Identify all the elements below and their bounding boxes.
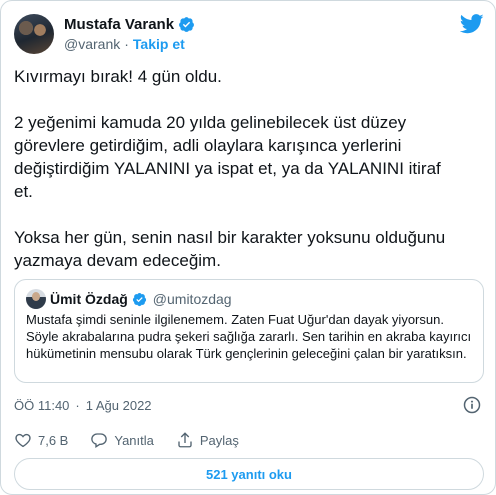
timestamp-separator: ·	[75, 398, 80, 413]
quoted-tweet-text: Mustafa şimdi seninle ilgilenemem. Zaten…	[26, 312, 472, 361]
author-name[interactable]: Mustafa Varank	[64, 16, 174, 33]
info-icon[interactable]	[462, 395, 482, 415]
follow-button[interactable]: Takip et	[133, 36, 185, 52]
read-replies-button[interactable]: 521 yanıtı oku	[14, 458, 484, 490]
twitter-logo-icon[interactable]	[460, 14, 484, 34]
reply-label: Yanıtla	[114, 432, 154, 448]
quoted-author-avatar	[26, 289, 46, 309]
quoted-author-handle: @umitozdag	[152, 291, 232, 307]
heart-icon	[15, 433, 31, 448]
quoted-author-name: Ümit Özdağ	[50, 291, 128, 307]
handle-separator: ·	[124, 36, 129, 52]
share-label: Paylaş	[199, 432, 239, 448]
tweet-text: Kıvırmayı bırak! 4 gün oldu. 2 yeğenimi …	[14, 67, 446, 270]
quoted-tweet-header: Ümit Özdağ @umitozdag	[26, 289, 232, 309]
share-action[interactable]: Paylaş	[176, 431, 239, 449]
tweet-header: Mustafa Varank @varank · Takip et	[14, 12, 484, 56]
author-avatar[interactable]	[14, 14, 54, 54]
tweet-time: ÖÖ 11:40	[14, 398, 70, 413]
reply-action[interactable]: Yanıtla	[90, 431, 154, 449]
tweet-card: Mustafa Varank @varank · Takip et Kıvırm…	[0, 0, 496, 495]
tweet-date: 1 Ağu 2022	[85, 398, 152, 413]
author-handle[interactable]: @varank	[64, 36, 120, 52]
verified-badge-icon	[179, 17, 194, 32]
author-name-row: Mustafa Varank	[64, 16, 195, 33]
quoted-tweet[interactable]: Ümit Özdağ @umitozdag Mustafa şimdi seni…	[14, 279, 484, 383]
author-sub-row: @varank · Takip et	[64, 36, 185, 52]
verified-badge-icon	[132, 292, 146, 306]
like-action[interactable]: 7,6 B	[14, 431, 68, 449]
like-count: 7,6 B	[38, 432, 69, 448]
tweet-actions: 7,6 B Yanıtla Paylaş	[14, 431, 261, 449]
tweet-timestamp[interactable]: ÖÖ 11:40 · 1 Ağu 2022	[14, 398, 152, 413]
reply-icon	[91, 433, 108, 449]
share-icon	[178, 432, 192, 448]
